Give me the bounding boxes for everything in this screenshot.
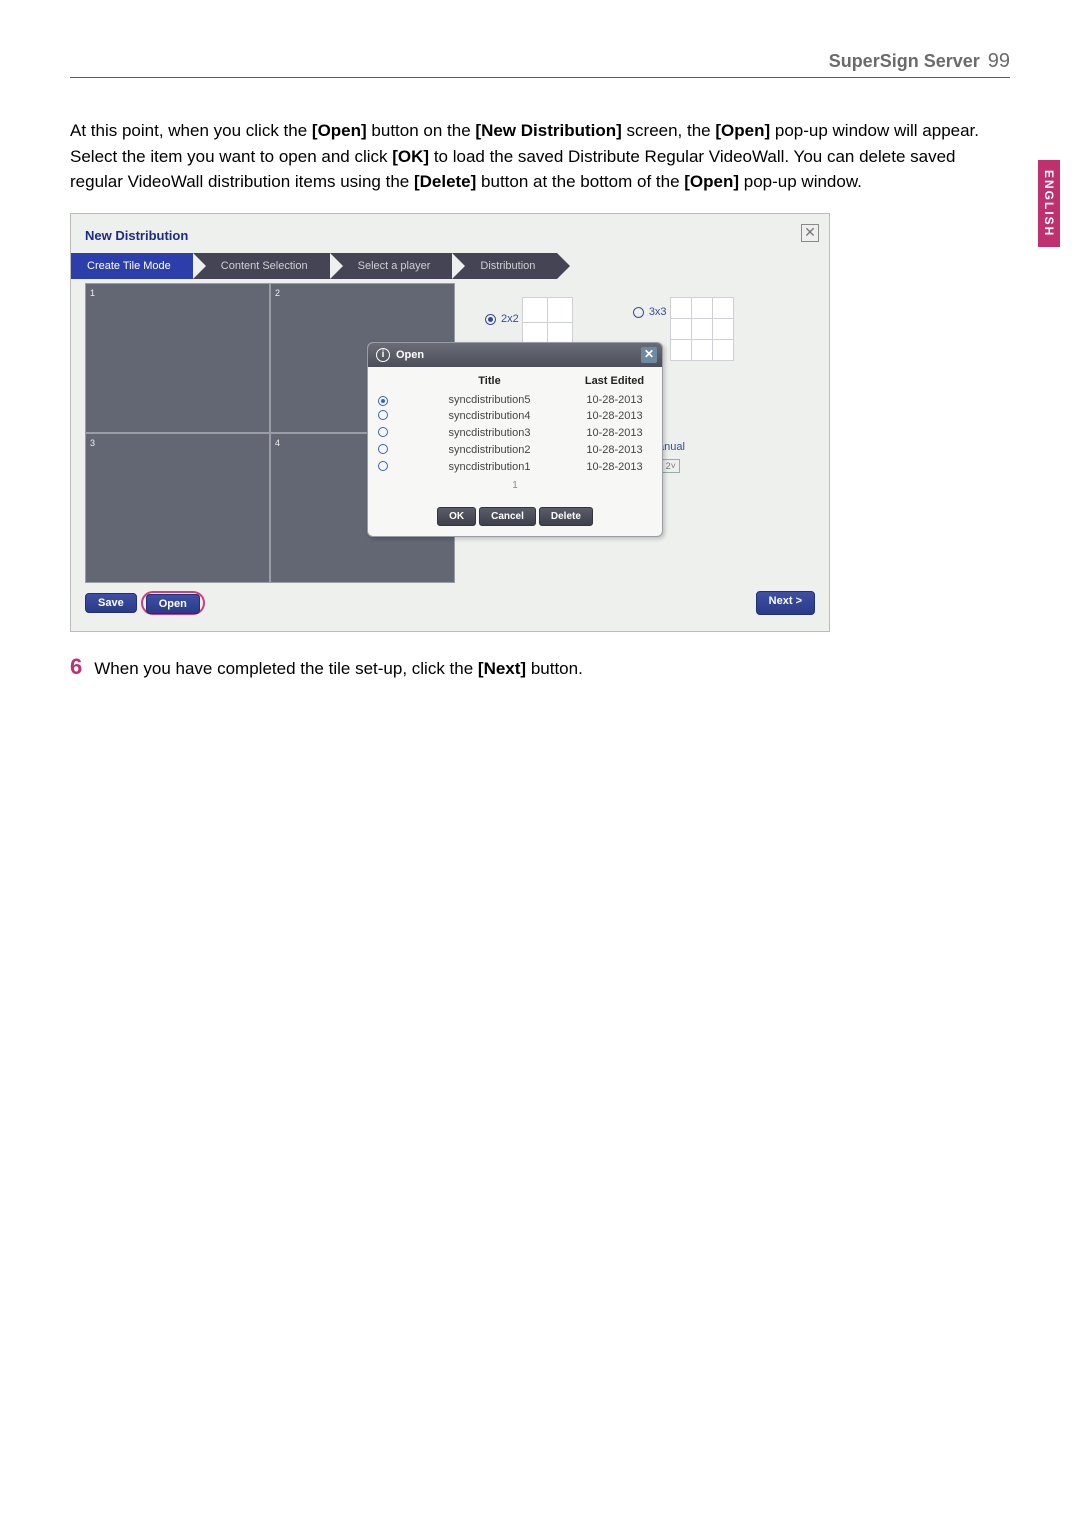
text: When you have completed the tile set-up,… xyxy=(94,659,478,678)
radio-dot-icon xyxy=(378,427,388,437)
thumb-2x2 xyxy=(522,297,573,348)
save-button[interactable]: Save xyxy=(85,593,137,613)
info-icon: i xyxy=(376,348,390,362)
radio-dot-icon xyxy=(485,314,496,325)
row-title: syncdistribution5 xyxy=(402,394,577,406)
popup-row[interactable]: syncdistribution210-28-2013 xyxy=(378,442,652,459)
text: pop-up window. xyxy=(744,172,862,191)
next-label: [Next] xyxy=(478,659,526,678)
step-6: 6 When you have completed the tile set-u… xyxy=(70,654,1010,682)
col-title: Title xyxy=(402,375,577,387)
manual-rows-select[interactable]: 2 ˅ xyxy=(662,459,680,473)
popup-title: Open xyxy=(396,349,424,361)
radio-label: 3x3 xyxy=(649,306,667,318)
row-title: syncdistribution3 xyxy=(402,427,577,439)
page-header: SuperSign Server 99 xyxy=(70,50,1010,78)
new-distribution-window: ✕ New Distribution Create Tile Mode Cont… xyxy=(70,213,830,632)
radio-dot-icon xyxy=(378,444,388,454)
row-date: 10-28-2013 xyxy=(577,427,652,439)
popup-close-icon[interactable]: ✕ xyxy=(641,347,657,363)
thumb-3x3 xyxy=(670,297,734,361)
popup-row[interactable]: syncdistribution510-28-2013 xyxy=(378,392,652,408)
row-title: syncdistribution1 xyxy=(402,461,577,473)
text: button. xyxy=(531,659,583,678)
next-button[interactable]: Next > xyxy=(756,591,815,615)
open-label: [Open] xyxy=(684,172,739,191)
row-date: 10-28-2013 xyxy=(577,461,652,473)
open-button-highlight: Open xyxy=(141,591,205,615)
radio-dot-icon xyxy=(378,461,388,471)
open-label: [Open] xyxy=(312,121,367,140)
radio-2x2[interactable]: 2x2 xyxy=(485,313,519,325)
open-popup: i Open ✕ Title Last Edited syncdistribut… xyxy=(367,342,663,537)
popup-ok-button[interactable]: OK xyxy=(437,507,476,526)
popup-row[interactable]: syncdistribution310-28-2013 xyxy=(378,425,652,442)
popup-header: i Open ✕ xyxy=(368,343,662,367)
row-title: syncdistribution2 xyxy=(402,444,577,456)
popup-row[interactable]: syncdistribution410-28-2013 xyxy=(378,408,652,425)
step-distribution[interactable]: Distribution xyxy=(452,253,557,279)
step-number: 6 xyxy=(70,654,82,680)
language-tab: ENGLISH xyxy=(1038,160,1060,247)
text: button on the xyxy=(371,121,475,140)
new-distribution-label: [New Distribution] xyxy=(475,121,621,140)
delete-label: [Delete] xyxy=(414,172,476,191)
radio-label: 2x2 xyxy=(501,313,519,325)
text: button at the bottom of the xyxy=(481,172,684,191)
popup-table-header: Title Last Edited xyxy=(378,375,652,387)
open-button[interactable]: Open xyxy=(146,594,200,614)
text: At this point, when you click the xyxy=(70,121,312,140)
row-date: 10-28-2013 xyxy=(577,444,652,456)
popup-delete-button[interactable]: Delete xyxy=(539,507,593,526)
open-label: [Open] xyxy=(715,121,770,140)
tile-3[interactable]: 3 xyxy=(85,433,270,583)
row-date: 10-28-2013 xyxy=(577,394,652,406)
popup-row[interactable]: syncdistribution110-28-2013 xyxy=(378,459,652,476)
text: screen, the xyxy=(627,121,716,140)
intro-paragraph: At this point, when you click the [Open]… xyxy=(70,118,1010,195)
radio-dot-icon xyxy=(378,410,388,420)
step-content-selection[interactable]: Content Selection xyxy=(193,253,330,279)
popup-cancel-button[interactable]: Cancel xyxy=(479,507,536,526)
radio-3x3[interactable]: 3x3 xyxy=(633,306,667,318)
tile-1[interactable]: 1 xyxy=(85,283,270,433)
wizard-stepper: Create Tile Mode Content Selection Selec… xyxy=(71,253,829,279)
header-title: SuperSign Server xyxy=(829,51,980,72)
row-title: syncdistribution4 xyxy=(402,410,577,422)
row-date: 10-28-2013 xyxy=(577,410,652,422)
window-title: New Distribution xyxy=(85,228,815,243)
page-number: 99 xyxy=(988,50,1010,73)
window-close-icon[interactable]: ✕ xyxy=(801,224,819,242)
radio-dot-icon xyxy=(378,396,388,406)
col-last-edited: Last Edited xyxy=(577,375,652,387)
ok-label: [OK] xyxy=(392,147,429,166)
step-select-player[interactable]: Select a player xyxy=(330,253,453,279)
popup-pager[interactable]: 1 xyxy=(378,480,652,491)
radio-dot-icon xyxy=(633,307,644,318)
step-create-tile-mode[interactable]: Create Tile Mode xyxy=(71,253,193,279)
